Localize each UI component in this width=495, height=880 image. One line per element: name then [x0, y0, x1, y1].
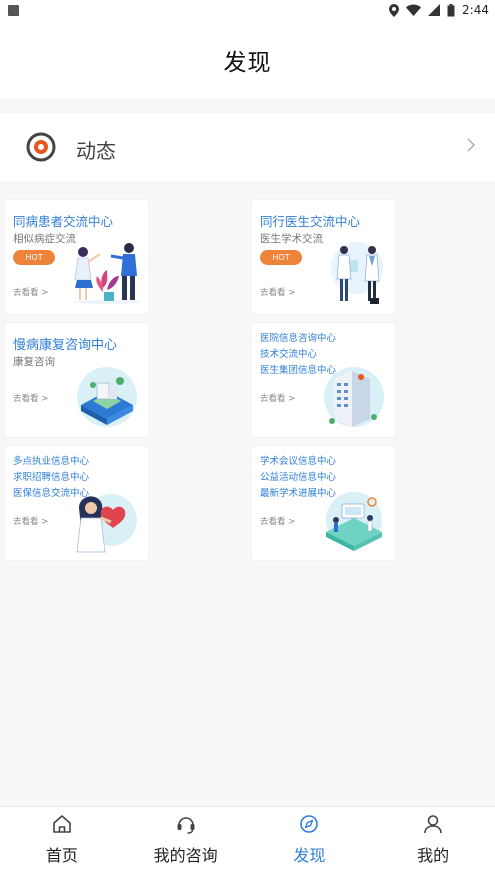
status-time: 2:44	[462, 3, 489, 17]
location-icon	[389, 3, 400, 17]
card-link[interactable]: 去看看 >	[13, 392, 48, 404]
card-line: 多点执业信息中心	[13, 456, 90, 467]
card-link[interactable]: 去看看 >	[13, 286, 48, 298]
tab-label: 我的咨询	[153, 846, 218, 865]
home-icon	[53, 815, 71, 833]
card-title: 同病患者交流中心	[13, 214, 114, 229]
hospital-building-illustration	[324, 367, 384, 427]
page-title: 发现	[223, 50, 272, 76]
card-title: 同行医生交流中心	[260, 214, 361, 229]
tab-mine[interactable]: 我的	[371, 807, 495, 880]
conference-illustration	[326, 492, 382, 551]
patients-talking-illustration	[73, 243, 141, 304]
tab-label: 我的	[417, 846, 450, 865]
tab-label: 首页	[45, 846, 78, 865]
card-academic-info[interactable]: 学术会议信息中心 公益活动信息中心 最新学术进展中心 去看看 >	[252, 446, 395, 560]
card-chronic-rehab[interactable]: 慢病康复咨询中心 康复咨询 去看看 >	[5, 323, 148, 437]
card-hospital-info[interactable]: 医院信息咨询中心 技术交流中心 医生集团信息中心 去看看 >	[252, 323, 395, 437]
doctors-illustration	[331, 242, 383, 304]
card-line: 求职招聘信息中心	[13, 472, 90, 483]
card-doctor-exchange[interactable]: 同行医生交流中心 医生学术交流 HOT 去看看 >	[252, 200, 395, 314]
tab-my-consult[interactable]: 我的咨询	[124, 807, 248, 880]
hot-badge: HOT	[13, 250, 55, 265]
card-link[interactable]: 去看看 >	[13, 515, 48, 527]
dynamic-label: 动态	[76, 139, 116, 163]
doctor-heart-illustration	[76, 494, 137, 553]
status-icons: 2:44	[389, 3, 489, 17]
headset-icon	[177, 817, 195, 834]
card-line: 技术交流中心	[260, 349, 318, 360]
card-patient-exchange[interactable]: 同病患者交流中心 相似病症交流 HOT 去看看 >	[5, 200, 148, 314]
card-line: 医院信息咨询中心	[260, 333, 337, 344]
card-link[interactable]: 去看看 >	[260, 515, 295, 527]
card-line: 公益活动信息中心	[260, 472, 337, 483]
card-line: 学术会议信息中心	[260, 456, 337, 467]
battery-icon	[447, 3, 455, 16]
card-link[interactable]: 去看看 >	[260, 392, 295, 404]
signal-icon	[428, 4, 441, 16]
bottom-tab-bar: 首页 我的咨询 发现 我的	[0, 806, 495, 880]
compass-icon	[300, 815, 319, 833]
dynamic-entry[interactable]: 动态	[0, 113, 495, 181]
user-icon	[424, 815, 442, 834]
card-subtitle: 康复咨询	[13, 356, 55, 368]
wifi-icon	[406, 4, 422, 16]
tab-home[interactable]: 首页	[0, 807, 124, 880]
hot-badge: HOT	[260, 250, 302, 265]
chevron-right-icon	[467, 138, 475, 152]
tab-discover[interactable]: 发现	[248, 807, 372, 880]
page-header: 发现	[0, 22, 495, 98]
tab-label: 发现	[293, 846, 326, 865]
card-subtitle: 相似病症交流	[13, 233, 76, 245]
card-title: 慢病康复咨询中心	[13, 338, 118, 353]
status-bar: 2:44	[0, 0, 495, 22]
card-subtitle: 医生学术交流	[260, 233, 323, 245]
card-practice-info[interactable]: 多点执业信息中心 求职招聘信息中心 医保信息交流中心 去看看 >	[5, 446, 148, 560]
dynamic-icon	[26, 132, 56, 162]
notification-icon	[8, 5, 19, 16]
rehab-center-illustration	[77, 367, 137, 427]
card-link[interactable]: 去看看 >	[260, 286, 295, 298]
